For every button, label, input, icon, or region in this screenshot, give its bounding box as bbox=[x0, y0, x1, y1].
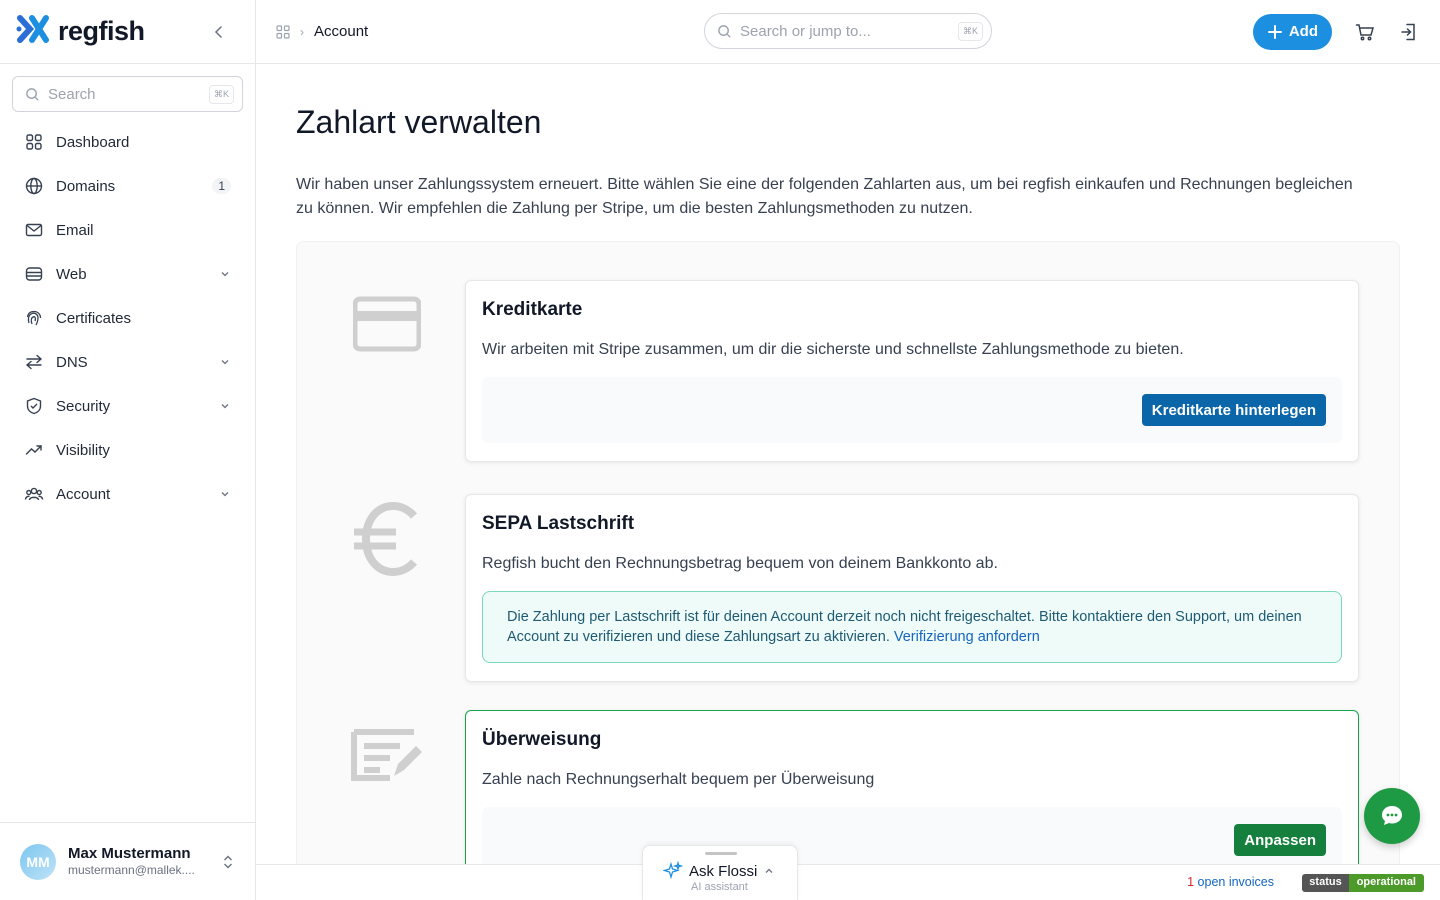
sepa-card: SEPA Lastschrift Regfish bucht den Rechn… bbox=[465, 494, 1359, 682]
bank-transfer-card: Überweisung Zahle nach Rechnungserhalt b… bbox=[465, 710, 1359, 864]
sparkles-icon bbox=[663, 861, 683, 880]
sidebar-item-security[interactable]: Security bbox=[12, 384, 243, 428]
card-description: Zahle nach Rechnungserhalt bequem per Üb… bbox=[482, 771, 875, 788]
bank-transfer-icon bbox=[337, 726, 437, 784]
search-icon bbox=[718, 24, 731, 38]
server-icon bbox=[24, 264, 44, 284]
mail-icon bbox=[24, 220, 44, 240]
users-icon bbox=[24, 484, 44, 504]
sidebar-item-label: Email bbox=[56, 221, 94, 239]
intro-text: Wir haben unser Zahlungssystem erneuert.… bbox=[296, 176, 1353, 217]
apps-grid-icon[interactable] bbox=[276, 24, 290, 39]
global-search-input[interactable]: Search or jump to... ⌘K bbox=[704, 13, 992, 49]
page-title: Zahlart verwalten bbox=[296, 104, 542, 140]
credit-card-icon bbox=[337, 296, 437, 352]
globe-icon bbox=[24, 176, 44, 196]
grid-icon bbox=[24, 132, 44, 152]
status-badge[interactable]: status operational bbox=[1302, 874, 1424, 892]
trending-icon bbox=[24, 440, 44, 460]
request-verification-link[interactable]: Verifizierung anfordern bbox=[894, 629, 1040, 645]
add-button-label: Add bbox=[1288, 23, 1318, 40]
sidebar-item-label: DNS bbox=[56, 353, 88, 371]
chevron-up-down-icon[interactable] bbox=[221, 853, 235, 871]
status-bar: 1 open invoices status operational bbox=[256, 864, 1440, 900]
sidebar-search-input[interactable]: Search ⌘K bbox=[12, 76, 243, 112]
shortcut-hint: ⌘K bbox=[208, 84, 234, 104]
breadcrumb: › Account bbox=[276, 23, 368, 40]
sidebar-item-certificates[interactable]: Certificates bbox=[12, 296, 243, 340]
add-button[interactable]: Add bbox=[1252, 13, 1332, 50]
adjust-button[interactable]: Anpassen bbox=[1234, 824, 1326, 856]
shield-icon bbox=[24, 396, 44, 416]
card-title: SEPA Lastschrift bbox=[482, 513, 635, 534]
sidebar-item-account[interactable]: Account bbox=[12, 472, 243, 516]
collapse-sidebar-icon[interactable] bbox=[211, 24, 227, 40]
sidebar-item-label: Domains bbox=[56, 177, 116, 195]
chevron-up-icon bbox=[765, 868, 773, 873]
sidebar-nav: Dashboard Domains 1 Email Web Certificat… bbox=[0, 120, 255, 516]
ask-flossi-panel[interactable]: Ask Flossi AI assistant bbox=[642, 845, 798, 900]
logout-icon[interactable] bbox=[1398, 21, 1420, 43]
sidebar-item-label: Security bbox=[56, 397, 111, 415]
card-title: Kreditkarte bbox=[482, 299, 583, 320]
global-search-placeholder: Search or jump to... bbox=[740, 22, 871, 40]
chevron-down-icon[interactable] bbox=[219, 488, 231, 500]
brand-name: regfish bbox=[58, 16, 145, 46]
chevron-down-icon[interactable] bbox=[219, 268, 231, 280]
brand-header: regfish bbox=[0, 0, 255, 64]
status-key: status bbox=[1302, 874, 1349, 892]
status-value: operational bbox=[1348, 874, 1424, 892]
card-description: Regfish bucht den Rechnungsbetrag bequem… bbox=[482, 555, 998, 572]
euro-icon bbox=[337, 502, 437, 576]
card-footer: Anpassen bbox=[482, 807, 1342, 864]
breadcrumb-current[interactable]: Account bbox=[314, 23, 368, 40]
open-invoices-label: open invoices bbox=[1197, 875, 1274, 889]
chat-bubble-icon bbox=[1382, 806, 1402, 825]
chat-button[interactable] bbox=[1364, 788, 1420, 844]
sidebar-item-dashboard[interactable]: Dashboard bbox=[12, 120, 243, 164]
sidebar-item-label: Web bbox=[56, 265, 87, 283]
drag-handle[interactable] bbox=[705, 852, 737, 855]
user-menu[interactable]: MM Max Mustermann mustermann@mallek.... bbox=[0, 822, 255, 900]
search-icon bbox=[26, 87, 39, 101]
credit-card-card: Kreditkarte Wir arbeiten mit Stripe zusa… bbox=[465, 280, 1359, 462]
main-content: Zahlart verwalten Wir haben unser Zahlun… bbox=[256, 64, 1440, 864]
sidebar-item-email[interactable]: Email bbox=[12, 208, 243, 252]
sidebar-item-label: Visibility bbox=[56, 441, 110, 459]
sidebar-item-domains[interactable]: Domains 1 bbox=[12, 164, 243, 208]
card-footer: Kreditkarte hinterlegen bbox=[482, 377, 1342, 443]
card-title: Überweisung bbox=[482, 729, 602, 750]
sidebar-item-label: Dashboard bbox=[56, 133, 130, 151]
open-invoices-link[interactable]: 1 open invoices bbox=[1187, 875, 1274, 889]
chevron-down-icon[interactable] bbox=[219, 356, 231, 368]
sidebar-item-label: Certificates bbox=[56, 309, 132, 327]
breadcrumb-separator-icon: › bbox=[300, 24, 304, 39]
plus-icon bbox=[1267, 24, 1282, 39]
user-email: mustermann@mallek.... bbox=[68, 863, 195, 878]
shortcut-hint: ⌘K bbox=[957, 21, 983, 41]
fingerprint-icon bbox=[24, 308, 44, 328]
avatar: MM bbox=[20, 843, 56, 880]
chevron-down-icon[interactable] bbox=[219, 400, 231, 412]
assistant-title: Ask Flossi bbox=[689, 862, 758, 880]
open-invoices-count: 1 bbox=[1187, 875, 1195, 889]
sidebar-item-dns[interactable]: DNS bbox=[12, 340, 243, 384]
sidebar-item-visibility[interactable]: Visibility bbox=[12, 428, 243, 472]
arrows-icon bbox=[24, 352, 44, 372]
add-credit-card-button[interactable]: Kreditkarte hinterlegen bbox=[1141, 394, 1326, 426]
assistant-subtitle: AI assistant bbox=[691, 881, 748, 893]
user-name: Max Mustermann bbox=[68, 845, 191, 863]
topbar: › Account Search or jump to... ⌘K Add bbox=[256, 0, 1440, 64]
sidebar-item-label: Account bbox=[56, 485, 111, 503]
payment-methods-panel: Kreditkarte Wir arbeiten mit Stripe zusa… bbox=[296, 241, 1400, 864]
count-badge: 1 bbox=[212, 178, 231, 194]
regfish-logo-icon[interactable] bbox=[16, 14, 50, 49]
sidebar-item-web[interactable]: Web bbox=[12, 252, 243, 296]
sidebar-search-placeholder: Search bbox=[48, 85, 96, 103]
sepa-notice: Die Zahlung per Lastschrift ist für dein… bbox=[482, 591, 1342, 663]
cart-icon[interactable] bbox=[1354, 21, 1376, 43]
sidebar: regfish Search ⌘K Dashboard Domains 1 Em… bbox=[0, 0, 256, 900]
card-description: Wir arbeiten mit Stripe zusammen, um dir… bbox=[482, 341, 1184, 358]
